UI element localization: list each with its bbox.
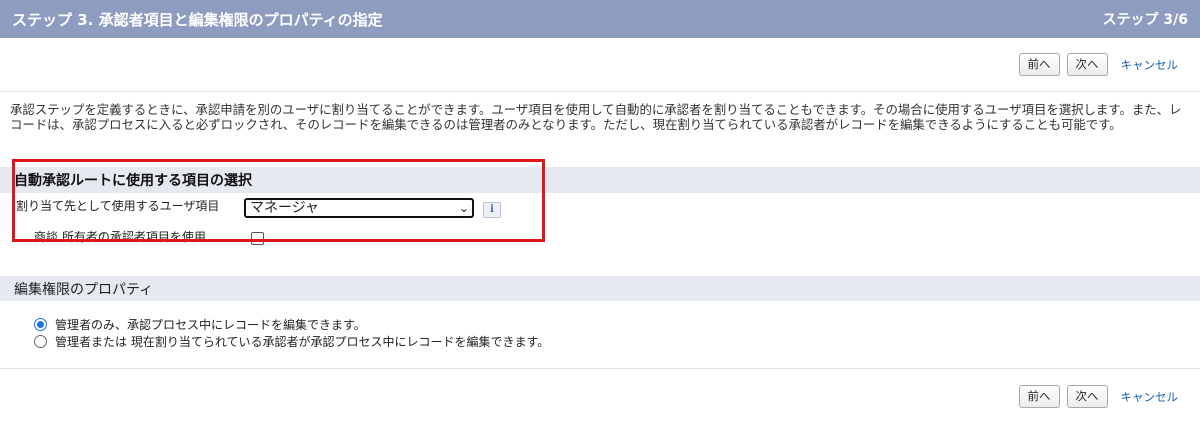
top-nav-buttons: 前へ 次へ キャンセル [1018, 53, 1179, 76]
page-title: ステップ 3. 承認者項目と編集権限のプロパティの指定 [12, 10, 383, 29]
owner-approver-field-label: 商談 所有者の承認者項目を使用 [34, 230, 206, 244]
bottom-nav-buttons: 前へ 次へ キャンセル [1018, 385, 1179, 408]
auto-route-section-header: 自動承認ルートに使用する項目の選択 [0, 167, 1200, 193]
assign-user-select[interactable]: マネージャ ⌄ [244, 198, 474, 218]
step-header: ステップ 3. 承認者項目と編集権限のプロパティの指定 ステップ 3/6 [0, 0, 1200, 38]
edit-permission-section-header: 編集権限のプロパティ [0, 276, 1200, 301]
next-button[interactable]: 次へ [1066, 53, 1108, 76]
step-indicator: ステップ 3/6 [1102, 12, 1188, 28]
step-description: 承認ステップを定義するときに、承認申請を別のユーザに割り当てることができます。ユ… [10, 102, 1182, 132]
prev-button[interactable]: 前へ [1018, 385, 1060, 408]
radio-button[interactable] [34, 335, 47, 348]
assign-user-select-value: マネージャ [250, 200, 320, 216]
radio-label: 管理者または 現在割り当てられている承認者が承認プロセス中にレコードを編集できま… [55, 335, 550, 349]
cancel-link[interactable]: キャンセル [1121, 389, 1179, 405]
prev-button[interactable]: 前へ [1018, 53, 1060, 76]
radio-label: 管理者のみ、承認プロセス中にレコードを編集できます。 [55, 318, 366, 332]
top-button-bar: 前へ 次へ キャンセル [0, 38, 1200, 92]
assign-user-field-label: 割り当て先として使用するユーザ項目 [16, 199, 220, 213]
edit-permission-option-admin-only[interactable]: 管理者のみ、承認プロセス中にレコードを編集できます。 [34, 316, 366, 333]
bottom-button-bar: 前へ 次へ キャンセル [0, 368, 1200, 422]
edit-permission-option-admin-or-approver[interactable]: 管理者または 現在割り当てられている承認者が承認プロセス中にレコードを編集できま… [34, 333, 549, 350]
radio-button-selected[interactable] [34, 318, 47, 331]
info-icon[interactable]: i [483, 202, 501, 218]
next-button[interactable]: 次へ [1066, 385, 1108, 408]
owner-approver-checkbox[interactable] [251, 232, 264, 245]
chevron-down-icon: ⌄ [458, 201, 469, 215]
cancel-link[interactable]: キャンセル [1121, 57, 1179, 73]
